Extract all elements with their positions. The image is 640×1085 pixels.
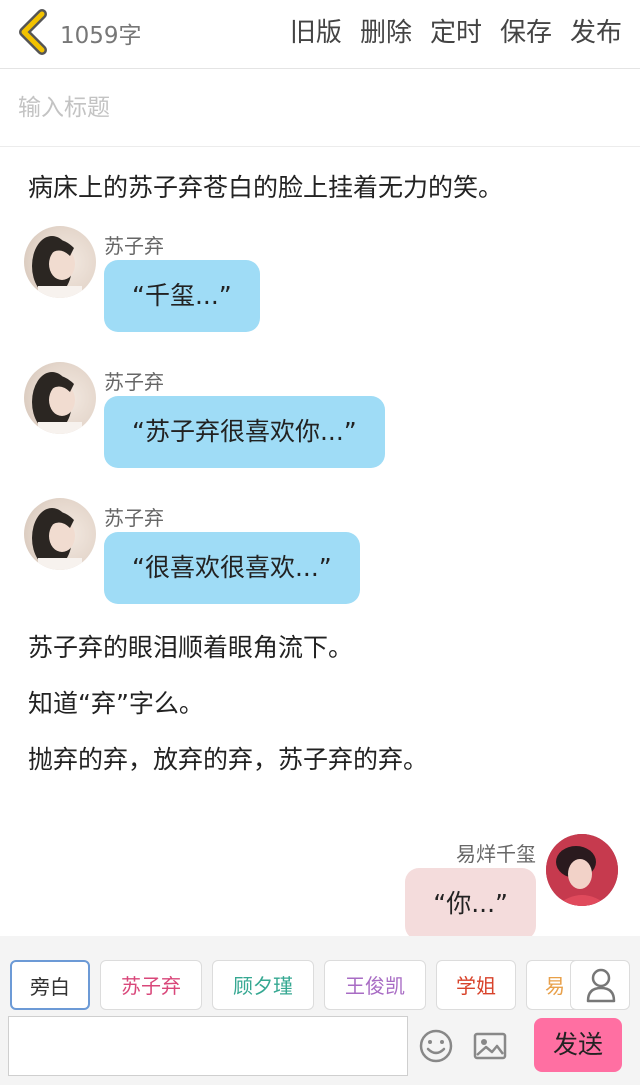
old-version-button[interactable]: 旧版 [290, 12, 342, 49]
speaker-name: 苏子弃 [104, 506, 164, 530]
role-manage-button[interactable] [570, 960, 630, 1010]
speaker-name: 苏子弃 [104, 234, 164, 258]
top-bar: 1059字 旧版 删除 定时 保存 发布 [0, 0, 640, 69]
avatar[interactable] [546, 834, 618, 906]
message-bubble[interactable]: “你...” [405, 868, 536, 936]
message-bubble[interactable]: “千玺...” [104, 260, 260, 332]
composer-panel: 旁白 苏子弃 顾夕瑾 王俊凯 学姐 易 发送 [0, 936, 640, 1085]
message-bubble[interactable]: “很喜欢很喜欢...” [104, 532, 360, 604]
word-count: 1059字 [60, 23, 142, 49]
character-chip-narrator[interactable]: 旁白 [10, 960, 90, 1010]
back-button[interactable] [14, 8, 54, 56]
message-row[interactable]: 苏子弃 “很喜欢很喜欢...” [0, 498, 640, 618]
message-row[interactable]: 苏子弃 “苏子弃很喜欢你...” [0, 362, 640, 482]
send-button[interactable]: 发送 [534, 1018, 622, 1072]
speaker-name: 苏子弃 [104, 370, 164, 394]
character-name: 王俊凯 [345, 974, 405, 998]
top-actions: 旧版 删除 定时 保存 发布 [290, 12, 622, 49]
character-chip[interactable]: 学姐 [436, 960, 516, 1010]
avatar[interactable] [24, 498, 96, 570]
story-content[interactable]: 病床上的苏子弃苍白的脸上挂着无力的笑。 苏子弃 “千玺...” 苏子弃 “苏子弃… [0, 148, 640, 936]
save-button[interactable]: 保存 [500, 12, 552, 49]
message-input[interactable] [8, 1016, 408, 1076]
character-name: 旁白 [30, 975, 70, 999]
character-chip[interactable]: 苏子弃 [100, 960, 202, 1010]
image-icon [473, 1032, 507, 1060]
avatar-image [32, 508, 82, 570]
character-chip[interactable]: 王俊凯 [324, 960, 426, 1010]
message-bubble[interactable]: “苏子弃很喜欢你...” [104, 396, 385, 468]
narration-line: 苏子弃的眼泪顺着眼角流下。 [28, 633, 354, 662]
chevron-left-icon [19, 9, 47, 55]
character-chip[interactable]: 顾夕瑾 [212, 960, 314, 1010]
publish-button[interactable]: 发布 [570, 12, 622, 49]
narration-line: 病床上的苏子弃苍白的脸上挂着无力的笑。 [28, 173, 504, 202]
message-row[interactable]: 易烊千玺 “你...” [0, 834, 640, 936]
person-icon [586, 968, 616, 1003]
character-name: 易 [545, 974, 565, 998]
character-name: 顾夕瑾 [233, 974, 293, 998]
speaker-name: 易烊千玺 [456, 842, 536, 866]
avatar-image [32, 372, 82, 434]
avatar-image [546, 834, 618, 906]
schedule-button[interactable]: 定时 [430, 12, 482, 49]
character-name: 学姐 [456, 974, 496, 998]
avatar-image [32, 236, 82, 298]
message-row[interactable]: 苏子弃 “千玺...” [0, 226, 640, 346]
delete-button[interactable]: 删除 [360, 12, 412, 49]
avatar[interactable] [24, 226, 96, 298]
image-button[interactable] [472, 1028, 508, 1064]
character-name: 苏子弃 [121, 974, 181, 998]
character-selector: 旁白 苏子弃 顾夕瑾 王俊凯 学姐 易 [0, 960, 640, 1012]
narration-line: 抛弃的弃，放弃的弃，苏子弃的弃。 [28, 745, 429, 774]
narration-line: 知道“弃”字么。 [28, 689, 204, 718]
smiley-icon [419, 1029, 453, 1063]
avatar[interactable] [24, 362, 96, 434]
title-input[interactable] [0, 69, 640, 147]
emoji-button[interactable] [418, 1028, 454, 1064]
